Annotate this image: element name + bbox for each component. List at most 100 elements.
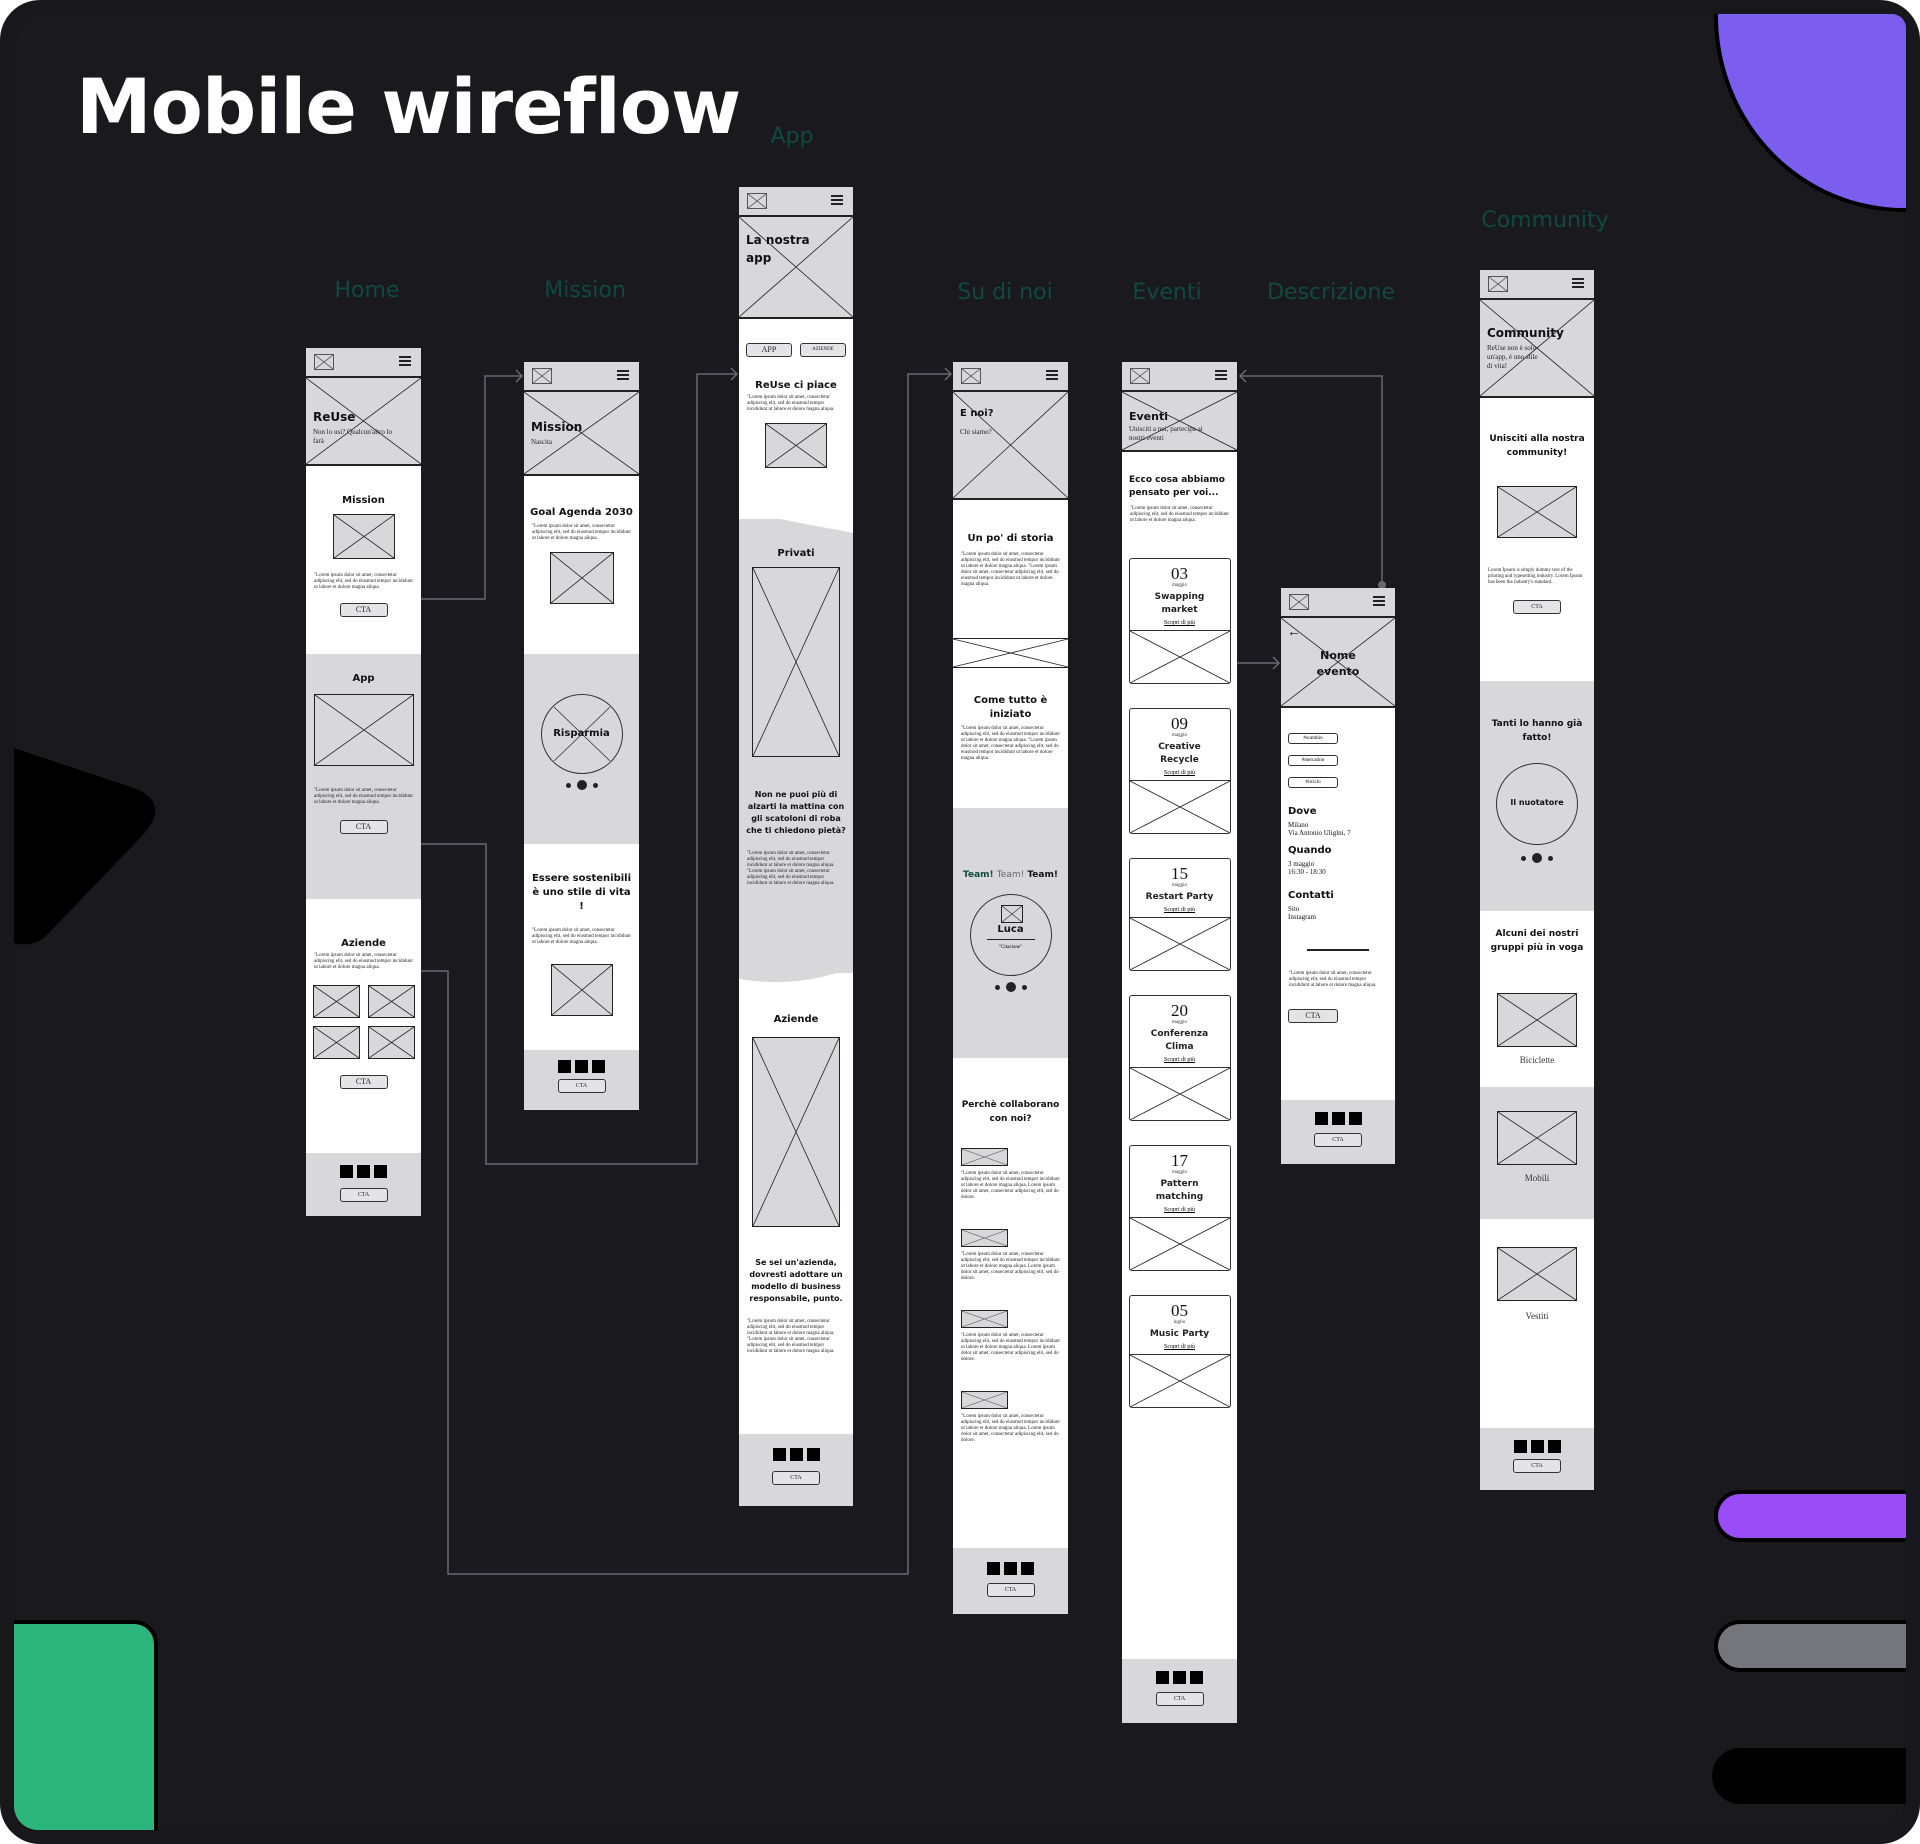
tag-chip[interactable]: #scambio bbox=[1288, 733, 1338, 744]
screen-descrizione: ← Nome evento #scambio #mercatino #ricic… bbox=[1281, 588, 1395, 1164]
contatti-link-sito[interactable]: Sito bbox=[1281, 905, 1395, 913]
collab-item: "Lorem ipsum dolor sit amet, consectetur… bbox=[953, 1391, 1068, 1444]
footer-cta-button[interactable]: CTA bbox=[772, 1471, 820, 1485]
social-icon[interactable] bbox=[1173, 1671, 1186, 1684]
hamburger-menu-icon[interactable] bbox=[1215, 370, 1227, 380]
social-icon[interactable] bbox=[789, 1448, 803, 1461]
logo-placeholder-icon bbox=[532, 368, 552, 384]
social-icon[interactable] bbox=[1190, 1671, 1203, 1684]
event-more-link[interactable]: Scopri di più bbox=[1130, 907, 1230, 913]
section-statement: Se sei un'azienda, dovresti adottare un … bbox=[749, 1258, 843, 1303]
tab-app[interactable]: APP bbox=[746, 343, 792, 357]
carousel-item[interactable]: Risparmia bbox=[540, 694, 623, 774]
carousel-dots[interactable] bbox=[953, 982, 1068, 992]
footer-cta-button[interactable]: CTA bbox=[1155, 1692, 1204, 1706]
social-icon[interactable] bbox=[1314, 1112, 1328, 1125]
event-card[interactable]: 15 maggio Restart Party Scopri di più bbox=[1128, 858, 1231, 971]
section-question: Non ne puoi più di alzarti la mattina co… bbox=[746, 790, 846, 835]
social-icons bbox=[306, 1165, 421, 1178]
group-item[interactable]: Vestiti bbox=[1480, 1219, 1594, 1379]
hamburger-menu-icon[interactable] bbox=[1373, 596, 1385, 606]
hamburger-menu-icon[interactable] bbox=[1046, 370, 1058, 380]
event-card[interactable]: 03 maggio Swapping market Scopri di più bbox=[1128, 558, 1231, 684]
contatti-link-instagram[interactable]: Instagram bbox=[1281, 913, 1395, 921]
social-icon[interactable] bbox=[1530, 1440, 1544, 1453]
section-title: Un po' di storia bbox=[967, 533, 1054, 544]
cta-button[interactable]: CTA bbox=[339, 603, 388, 617]
footer: CTA bbox=[739, 1434, 853, 1506]
social-icon[interactable] bbox=[575, 1060, 588, 1073]
black-triangle-shape bbox=[14, 748, 156, 945]
cta-button[interactable]: CTA bbox=[339, 820, 388, 834]
social-icon[interactable] bbox=[1513, 1440, 1527, 1453]
tab-aziende[interactable]: AZIENDE bbox=[800, 343, 846, 357]
group-item[interactable]: Biciclette bbox=[1480, 955, 1594, 1087]
social-icon[interactable] bbox=[806, 1448, 820, 1461]
image-placeholder bbox=[961, 1310, 1008, 1328]
purple-pill-shape bbox=[1714, 1490, 1906, 1542]
social-icon[interactable] bbox=[340, 1165, 353, 1178]
social-icon[interactable] bbox=[1004, 1562, 1017, 1575]
dove-value-city: Milano bbox=[1288, 821, 1309, 829]
footer-cta-button[interactable]: CTA bbox=[1513, 1459, 1561, 1473]
carousel-dots[interactable] bbox=[524, 780, 639, 790]
body-text: "Lorem ipsum dolor sit amet, consectetur… bbox=[314, 788, 413, 805]
social-icon[interactable] bbox=[1156, 1671, 1169, 1684]
group-item[interactable]: Mobili bbox=[1480, 1087, 1594, 1219]
hero-subtitle: Nascita bbox=[531, 438, 552, 446]
hero-image: ReUse Non lo usi? Qualcun'altro lo farà bbox=[306, 378, 421, 466]
carousel-item[interactable]: Il nuotatore bbox=[1496, 763, 1578, 845]
social-icon[interactable] bbox=[772, 1448, 786, 1461]
footer-cta-button[interactable]: CTA bbox=[339, 1188, 388, 1202]
event-card[interactable]: 20 maggio Conferenza Clima Scopri di più bbox=[1128, 995, 1231, 1121]
hamburger-menu-icon[interactable] bbox=[399, 356, 411, 366]
social-icon[interactable] bbox=[1021, 1562, 1034, 1575]
social-icon[interactable] bbox=[1547, 1440, 1561, 1453]
social-icon[interactable] bbox=[374, 1165, 387, 1178]
hero-title: Community bbox=[1487, 326, 1564, 340]
nav-bar bbox=[1281, 588, 1395, 618]
event-more-link[interactable]: Scopri di più bbox=[1130, 1207, 1230, 1213]
image-placeholder bbox=[765, 423, 827, 468]
social-icon[interactable] bbox=[987, 1562, 1000, 1575]
collab-item: "Lorem ipsum dolor sit amet, consectetur… bbox=[953, 1229, 1068, 1282]
footer-cta-button[interactable]: CTA bbox=[557, 1079, 606, 1093]
section-title: Tanti lo hanno già fatto! bbox=[1491, 719, 1583, 743]
event-more-link[interactable]: Scopri di più bbox=[1130, 770, 1230, 776]
cta-button[interactable]: CTA bbox=[339, 1075, 388, 1089]
tag-chip[interactable]: #riciclo bbox=[1288, 777, 1338, 788]
social-icons bbox=[1281, 1112, 1395, 1125]
event-card[interactable]: 05 luglio Music Party Scopri di più bbox=[1128, 1295, 1231, 1408]
page-title: Mobile wireflow bbox=[76, 62, 741, 151]
hamburger-menu-icon[interactable] bbox=[617, 370, 629, 380]
section-testimonials: Tanti lo hanno già fatto! Il nuotatore bbox=[1480, 681, 1594, 911]
carousel-dots[interactable] bbox=[1480, 853, 1594, 863]
social-icon[interactable] bbox=[592, 1060, 605, 1073]
back-arrow-icon[interactable]: ← bbox=[1287, 624, 1301, 638]
social-icon[interactable] bbox=[558, 1060, 571, 1073]
hero-image: ← Nome evento bbox=[1281, 618, 1395, 708]
footer: CTA bbox=[1281, 1100, 1395, 1164]
cta-button[interactable]: CTA bbox=[1513, 600, 1561, 614]
tag-chip[interactable]: #mercatino bbox=[1288, 755, 1338, 766]
footer-cta-button[interactable]: CTA bbox=[986, 1583, 1035, 1597]
social-icon[interactable] bbox=[357, 1165, 370, 1178]
event-more-link[interactable]: Scopri di più bbox=[1130, 1344, 1230, 1350]
cta-button[interactable]: CTA bbox=[1288, 1009, 1338, 1023]
partner-logo-placeholder bbox=[367, 985, 415, 1018]
flow-label-su-di-noi: Su di noi bbox=[957, 280, 1053, 305]
nav-bar bbox=[1122, 362, 1237, 392]
social-icon[interactable] bbox=[1348, 1112, 1362, 1125]
event-more-link[interactable]: Scopri di più bbox=[1130, 620, 1230, 626]
hamburger-menu-icon[interactable] bbox=[831, 195, 843, 205]
section-storia: Un po' di storia "Lorem ipsum dolor sit … bbox=[953, 500, 1068, 638]
event-card[interactable]: 17 maggio Pattern matching Scopri di più bbox=[1128, 1145, 1231, 1271]
team-member-card[interactable]: Luca "Citazione" bbox=[969, 894, 1052, 976]
nav-bar bbox=[524, 362, 639, 392]
image-placeholder bbox=[550, 964, 613, 1016]
footer-cta-button[interactable]: CTA bbox=[1314, 1133, 1362, 1147]
event-card[interactable]: 09 maggio Creative Recycle Scopri di più bbox=[1128, 708, 1231, 834]
social-icon[interactable] bbox=[1331, 1112, 1345, 1125]
hamburger-menu-icon[interactable] bbox=[1572, 278, 1584, 288]
event-more-link[interactable]: Scopri di più bbox=[1130, 1057, 1230, 1063]
